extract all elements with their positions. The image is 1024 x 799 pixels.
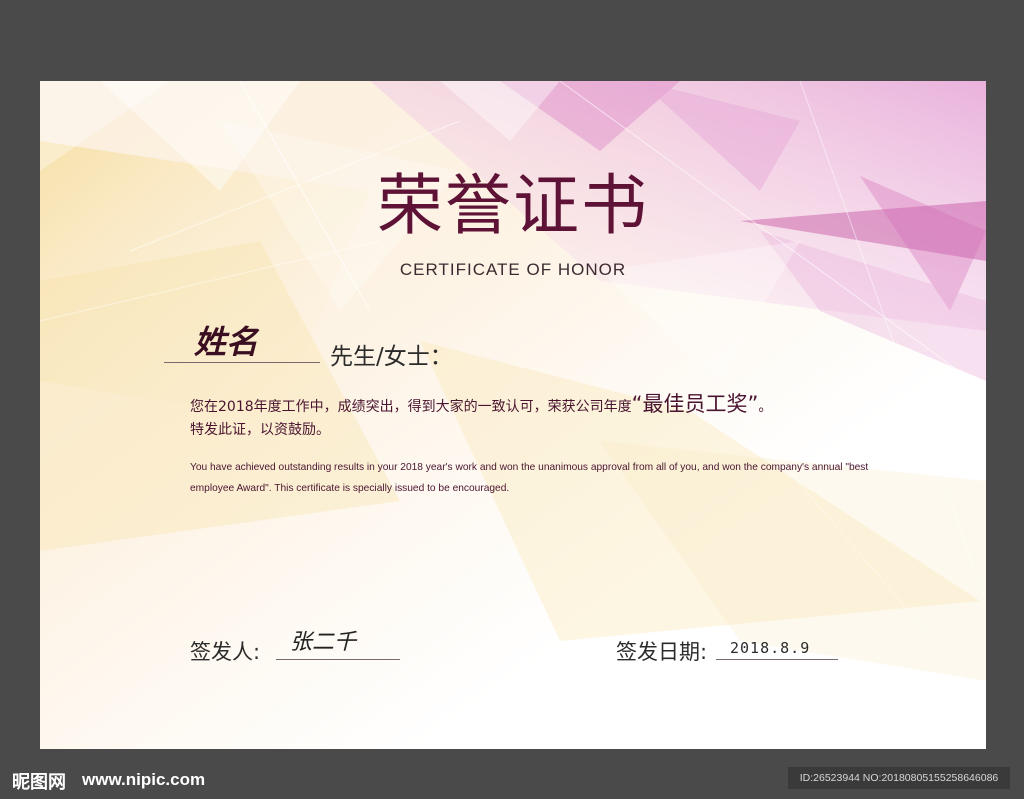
certificate: 荣誉证书 CERTIFICATE OF HONOR 姓名 先生/女士： 您在20… (40, 81, 986, 749)
page: 荣誉证书 CERTIFICATE OF HONOR 姓名 先生/女士： 您在20… (0, 0, 1024, 799)
issuer-underline (276, 659, 400, 660)
body-chinese-text: 您在2018年度工作中，成绩突出，得到大家的一致认可，荣获公司年度 (190, 399, 632, 415)
award-name: “最佳员工奖” (631, 392, 759, 416)
salutation: 先生/女士： (330, 344, 453, 370)
issuer-label: 签发人: (190, 640, 261, 664)
body-chinese-line-1: 您在2018年度工作中，成绩突出，得到大家的一致认可，荣获公司年度“最佳员工奖”… (190, 389, 950, 422)
image-id-badge: ID:26523944 NO:20180805155258646086 (788, 767, 1010, 789)
issuer-signature: 张二千 (290, 630, 358, 655)
issuer-signature-text: 张二千 (290, 630, 358, 655)
body-english: You have achieved outstanding results in… (190, 462, 869, 494)
title-english: CERTIFICATE OF HONOR (399, 260, 627, 279)
name-underline (164, 362, 320, 363)
body-chinese-end: 。 (758, 399, 773, 415)
body-chinese-line-2: 特发此证，以资鼓励。 (190, 422, 330, 438)
date-underline (716, 659, 838, 660)
name-signature-text: 姓名 (194, 323, 260, 361)
site-url: www.nipic.com (82, 770, 206, 789)
name-signature: 姓名 (194, 323, 260, 361)
date-value: 2018.8.9 (730, 639, 811, 657)
date-label: 签发日期: (616, 640, 708, 664)
site-logo: 昵图网 (12, 772, 66, 793)
title-chinese: 荣誉证书 (377, 167, 649, 244)
